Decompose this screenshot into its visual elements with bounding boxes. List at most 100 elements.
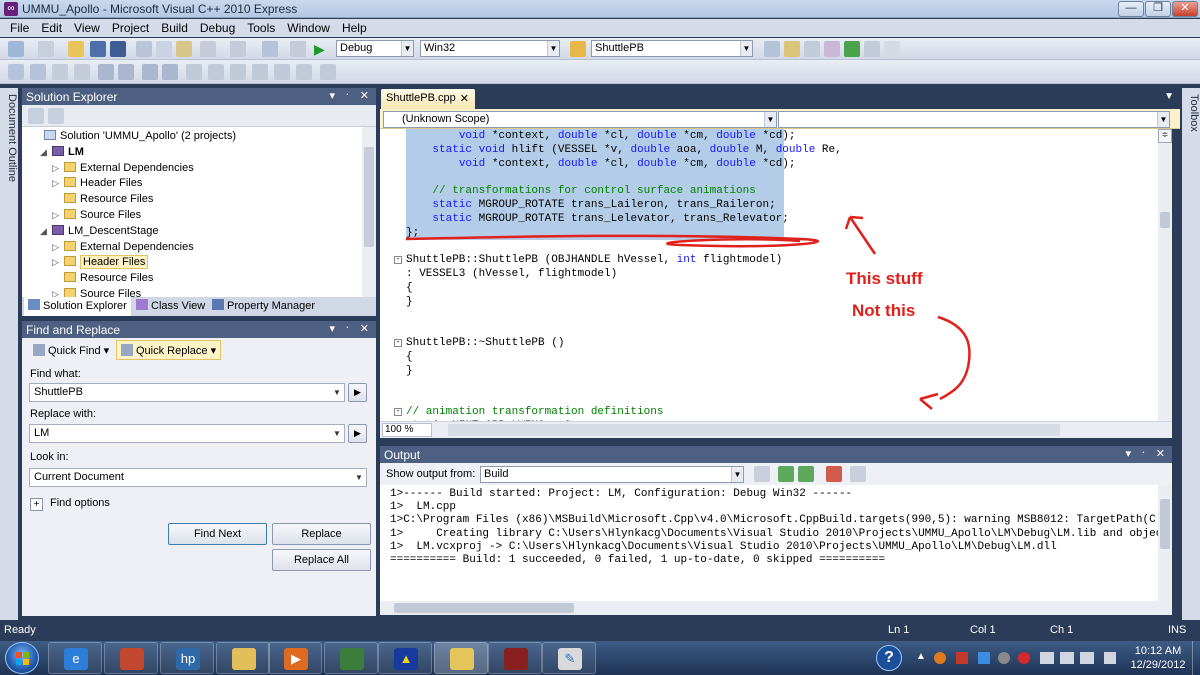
uncomment-icon[interactable]	[162, 64, 178, 80]
editor-horizontal-scrollbar-thumb[interactable]	[448, 424, 1060, 436]
find-message-icon[interactable]	[754, 466, 770, 482]
find-symbol-icon[interactable]	[320, 64, 336, 80]
previous-bookmark-icon[interactable]	[208, 64, 224, 80]
tree-item[interactable]: Resource Files	[52, 192, 153, 207]
find-combo[interactable]: ShuttlePB ▼	[591, 40, 753, 57]
tree-item[interactable]: ◢ LM_DescentStage	[40, 224, 159, 239]
show-all-files-icon[interactable]	[48, 108, 64, 124]
tab-property-manager[interactable]: Property Manager	[208, 297, 319, 316]
solution-configuration-select[interactable]: Debug ▼	[336, 40, 414, 57]
expander-icon[interactable]: ▷	[52, 161, 64, 176]
redo-icon[interactable]	[230, 41, 246, 57]
expander-icon[interactable]: ◢	[40, 224, 52, 239]
previous-bookmark-folder-icon[interactable]	[252, 64, 268, 80]
add-item-icon[interactable]	[38, 41, 54, 57]
menu-build[interactable]: Build	[155, 21, 194, 35]
battery-icon[interactable]	[1080, 652, 1094, 664]
taskbar-ie[interactable]: e	[48, 642, 102, 674]
expander-icon[interactable]: ▷	[52, 176, 64, 191]
menu-project[interactable]: Project	[106, 21, 155, 35]
document-outline-tab[interactable]: Document Outline	[0, 88, 18, 641]
volume-icon[interactable]	[1040, 652, 1054, 664]
tab-class-view[interactable]: Class View	[132, 297, 209, 316]
quick-find-button[interactable]: Quick Find ▾	[28, 340, 114, 360]
action-center-icon[interactable]	[1104, 652, 1116, 664]
toolbox-tab[interactable]: Toolbox	[1182, 88, 1200, 641]
toolbox-toolbar-icon[interactable]	[824, 41, 840, 57]
tree-scrollbar[interactable]	[362, 127, 376, 297]
output-window-icon[interactable]	[884, 41, 900, 57]
tree-scrollbar-thumb[interactable]	[364, 147, 374, 247]
undo-icon[interactable]	[200, 41, 216, 57]
taskbar-rocket[interactable]	[488, 642, 542, 674]
show-output-from-select[interactable]: Build ▼	[480, 466, 744, 483]
menu-debug[interactable]: Debug	[194, 21, 241, 35]
clock[interactable]: 10:12 AM 12/29/2012	[1128, 644, 1188, 672]
tray-bluetooth-icon[interactable]	[978, 652, 990, 664]
taskbar-hp[interactable]: hp	[160, 642, 214, 674]
close-tab-icon[interactable]: ✕	[460, 92, 469, 105]
tree-item[interactable]: ▷ Header Files	[52, 255, 149, 270]
clear-bookmarks-icon[interactable]	[296, 64, 312, 80]
find-icon[interactable]	[764, 41, 780, 57]
taskbar-explorer[interactable]	[216, 642, 270, 674]
tree-item[interactable]: ▷ Header Files	[52, 176, 142, 191]
tray-settings-icon[interactable]	[998, 652, 1010, 664]
expander-icon[interactable]: ▷	[52, 287, 64, 297]
panel-controls[interactable]: ▾ ᛫ ✕	[330, 322, 372, 335]
output-vertical-scrollbar[interactable]	[1158, 485, 1172, 601]
maximize-button[interactable]: ❐	[1145, 1, 1171, 17]
word-completion-icon[interactable]	[74, 64, 90, 80]
previous-message-icon[interactable]	[778, 466, 794, 482]
editor-vertical-scrollbar[interactable]: ≑	[1158, 129, 1172, 421]
menu-file[interactable]: File	[4, 21, 35, 35]
look-in-select[interactable]: Current Document ▼	[29, 468, 367, 487]
save-all-icon[interactable]	[110, 41, 126, 57]
menu-window[interactable]: Window	[281, 21, 336, 35]
word-wrap-icon[interactable]	[850, 466, 866, 482]
taskbar-triangle-app[interactable]: ▲	[378, 642, 432, 674]
properties-icon[interactable]	[804, 41, 820, 57]
navigate-forward-icon[interactable]	[290, 41, 306, 57]
paste-icon[interactable]	[176, 41, 192, 57]
open-file-icon[interactable]	[68, 41, 84, 57]
tree-item[interactable]: ▷ External Dependencies	[52, 161, 194, 176]
editor-scrollbar-thumb[interactable]	[1160, 212, 1170, 228]
find-expression-builder-button[interactable]: ▶	[348, 383, 367, 402]
class-view-icon[interactable]	[864, 41, 880, 57]
find-what-input[interactable]: ShuttlePB ▼	[29, 383, 345, 402]
tab-shuttlepb-cpp[interactable]: ShuttlePB.cpp ✕	[381, 89, 475, 109]
tree-item[interactable]: ▷ Source Files	[52, 208, 141, 223]
display-object-member-list-icon[interactable]	[8, 64, 24, 80]
parameter-info-icon[interactable]	[30, 64, 46, 80]
find-options-label[interactable]: Find options	[50, 497, 110, 509]
start-debugging-icon[interactable]: ▶	[314, 41, 330, 57]
menu-view[interactable]: View	[68, 21, 106, 35]
scope-select[interactable]: (Unknown Scope) ▼	[383, 111, 777, 128]
expander-icon[interactable]: ◢	[40, 145, 52, 160]
expander-icon[interactable]: ▷	[52, 240, 64, 255]
tray-beats-icon[interactable]	[1018, 652, 1030, 664]
solution-platform-select[interactable]: Win32 ▼	[420, 40, 560, 57]
tray-app-icon[interactable]	[934, 652, 946, 664]
next-bookmark-icon[interactable]	[230, 64, 246, 80]
start-page-icon[interactable]	[844, 41, 860, 57]
taskbar-monitor[interactable]	[324, 642, 378, 674]
menu-tools[interactable]: Tools	[241, 21, 281, 35]
find-in-files-icon[interactable]	[570, 41, 586, 57]
code-editor[interactable]: void *context, double *cl, double *cm, d…	[380, 129, 1158, 421]
next-bookmark-folder-icon[interactable]	[274, 64, 290, 80]
taskbar-vs-express[interactable]	[434, 642, 488, 674]
output-hscroll-thumb[interactable]	[394, 603, 574, 613]
output-scrollbar-thumb[interactable]	[1160, 499, 1170, 549]
expander-icon[interactable]: ▷	[52, 208, 64, 223]
copy-icon[interactable]	[156, 41, 172, 57]
help-tray-icon[interactable]: ?	[876, 645, 902, 671]
find-options-expand-icon[interactable]: +	[30, 498, 43, 511]
new-project-icon[interactable]	[8, 41, 24, 57]
replace-all-button[interactable]: Replace All	[272, 549, 371, 571]
clear-all-icon[interactable]	[826, 466, 842, 482]
start-button[interactable]	[5, 642, 39, 674]
save-icon[interactable]	[90, 41, 106, 57]
output-text[interactable]: 1>------ Build started: Project: LM, Con…	[380, 485, 1158, 601]
